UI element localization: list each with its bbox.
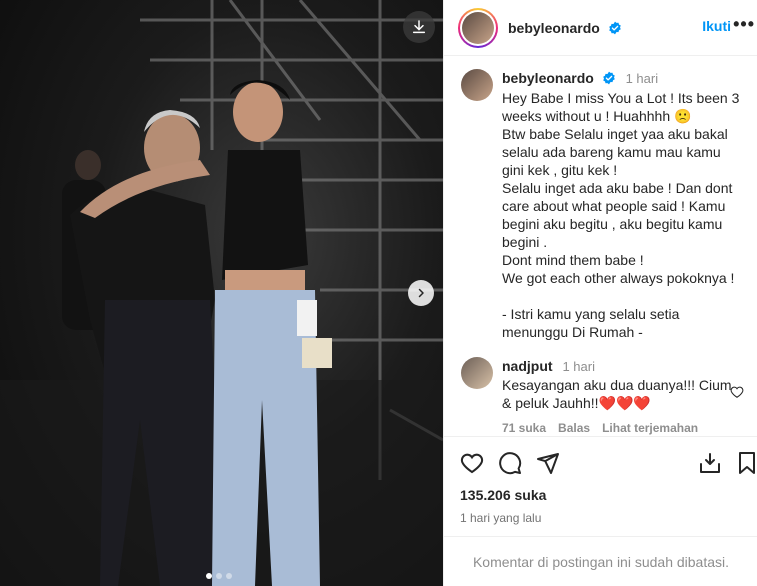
caption-text: Hey Babe I miss You a Lot ! Its been 3 w… [502,90,740,340]
reply-button[interactable]: Balas [558,421,590,435]
post-photo[interactable] [0,0,443,586]
comments-disabled-notice: Komentar di postingan ini sudah dibatasi… [444,536,757,586]
likes-count[interactable]: 135.206 suka [460,487,757,503]
comment-button[interactable] [498,451,522,475]
username-text[interactable]: bebyleonardo [508,20,600,36]
post-actions: 135.206 suka 1 hari yang lalu [444,436,757,525]
chevron-right-icon [418,288,424,298]
avatar[interactable] [462,11,494,44]
comment-time[interactable]: 1 hari [562,359,595,374]
like-button[interactable] [460,451,484,475]
translate-button[interactable]: Lihat terjemahan [602,421,698,435]
verified-badge-icon [608,21,621,34]
follow-button[interactable]: Ikuti [702,18,731,34]
bookmark-button[interactable] [736,451,757,480]
download-icon [412,20,426,34]
caption-username[interactable]: bebyleonardo [502,70,594,86]
download-button[interactable] [403,11,435,43]
comment-item: nadjput 1 hari Kesayangan aku dua duanya… [461,357,744,435]
header-username[interactable]: bebyleonardo [508,20,622,36]
heart-icon [460,453,484,474]
comment-icon [499,452,522,475]
carousel-next-button[interactable] [408,280,434,306]
post-date[interactable]: 1 hari yang lalu [460,511,757,525]
comment-hearts: ❤️❤️❤️ [598,395,651,411]
inbox-download-icon [700,453,720,473]
carousel-dots [206,573,232,579]
carousel-dot[interactable] [216,573,222,579]
photo-scene [0,0,443,586]
save-to-collection-button[interactable] [698,451,722,480]
comment-meta: 71 suka Balas Lihat terjemahan [502,421,732,435]
carousel-dot[interactable] [206,573,212,579]
action-icons [460,437,757,489]
caption-time[interactable]: 1 hari [626,71,659,86]
comment-username[interactable]: nadjput [502,358,553,374]
bookmark-icon [739,452,755,474]
more-options-button[interactable]: ••• [733,14,755,35]
avatar[interactable] [461,69,493,101]
post-details-pane: bebyleonardo Ikuti ••• bebyleonardo 1 ha… [443,0,757,586]
carousel-dot[interactable] [226,573,232,579]
caption: bebyleonardo 1 hari Hey Babe I miss You … [461,69,744,341]
verified-badge-icon [602,71,615,85]
comment-like-heart-icon[interactable] [730,385,744,399]
share-button[interactable] [536,451,560,475]
comment-like-count[interactable]: 71 suka [502,421,546,435]
post-header: bebyleonardo Ikuti ••• [444,0,757,56]
story-ring[interactable] [458,7,498,48]
send-icon [537,453,559,474]
comments-section: bebyleonardo 1 hari Hey Babe I miss You … [444,57,757,435]
avatar[interactable] [461,357,493,389]
